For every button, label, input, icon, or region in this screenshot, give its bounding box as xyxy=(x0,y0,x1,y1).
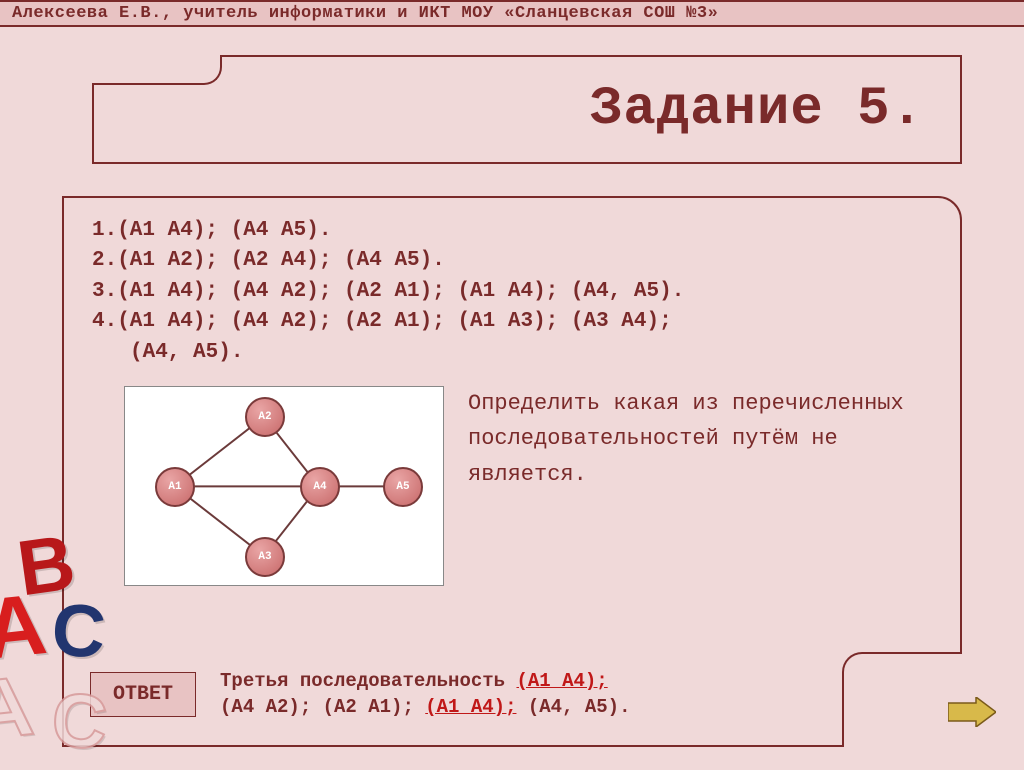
title-tab-notch xyxy=(92,55,222,85)
seq-4-line1: 4.(А1 А4); (А4 А2); (А2 А1); (А1 А3); (А… xyxy=(92,307,932,337)
node-a3: А3 xyxy=(245,537,285,577)
decor-letter-a-ghost: A xyxy=(0,657,38,760)
author-header: Алексеева Е.В., учитель информатики и ИК… xyxy=(0,0,1024,27)
node-a4: А4 xyxy=(300,467,340,507)
answer-button[interactable]: ОТВЕТ xyxy=(90,672,196,717)
sequence-list: 1.(А1 А4); (А4 А5). 2.(А1 А2); (А2 А4); … xyxy=(64,198,960,368)
seq-2: 2.(А1 А2); (А2 А4); (А4 А5). xyxy=(92,246,932,276)
decor-letter-a: A xyxy=(0,575,51,680)
answer-text: Третья последовательность (А1 А4); (А4 А… xyxy=(220,668,630,721)
node-a1: А1 xyxy=(155,467,195,507)
answer-prefix: Третья последовательность xyxy=(220,670,516,692)
seq-3: 3.(А1 А4); (А4 А2); (А2 А1); (А1 А4); (А… xyxy=(92,277,932,307)
answer-suffix: (А4, А5). xyxy=(516,696,630,718)
staircase-decoration xyxy=(852,625,1012,745)
answer-hl2: (А1 А4); xyxy=(425,696,516,718)
task-title: Задание 5. xyxy=(94,79,924,140)
question-text: Определить какая из перечисленных послед… xyxy=(468,386,936,492)
next-arrow-icon[interactable] xyxy=(948,697,996,727)
seq-4-line2: (А4, А5). xyxy=(92,338,932,368)
title-panel: Задание 5. xyxy=(92,55,962,164)
answer-mid: (А4 А2); (А2 А1); xyxy=(220,696,425,718)
node-a2: А2 xyxy=(245,397,285,437)
content-panel: 1.(А1 А4); (А4 А5). 2.(А1 А2); (А2 А4); … xyxy=(62,196,962,747)
answer-hl1: (А1 А4); xyxy=(516,670,607,692)
seq-1: 1.(А1 А4); (А4 А5). xyxy=(92,216,932,246)
answer-row: ОТВЕТ Третья последовательность (А1 А4);… xyxy=(90,668,631,721)
graph-diagram: А1 А2 А3 А4 А5 xyxy=(124,386,444,586)
node-a5: А5 xyxy=(383,467,423,507)
